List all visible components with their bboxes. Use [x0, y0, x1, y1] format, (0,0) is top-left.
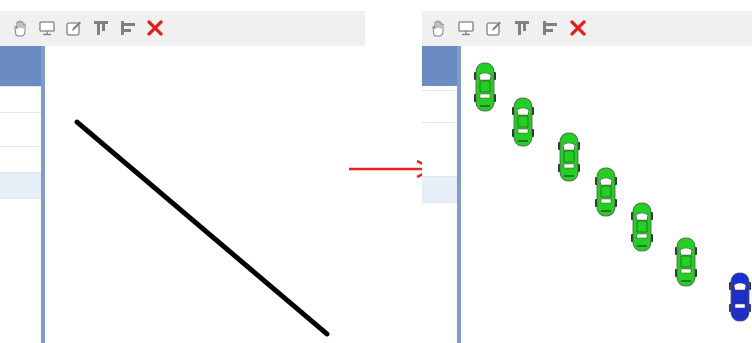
right-map-panel [422, 0, 752, 343]
map-canvas[interactable] [422, 0, 752, 343]
vehicle-blue-car-icon[interactable] [729, 272, 751, 322]
map-canvas[interactable] [0, 0, 365, 343]
vehicle-green-car-icon[interactable] [558, 132, 580, 182]
vehicle-green-car-icon[interactable] [675, 237, 697, 287]
vehicle-green-car-icon[interactable] [474, 62, 496, 112]
vehicle-green-car-icon[interactable] [631, 202, 653, 252]
left-map-panel [0, 0, 365, 343]
vehicle-green-car-icon[interactable] [512, 97, 534, 147]
drawn-path-line [74, 119, 330, 337]
vehicle-green-car-icon[interactable] [595, 167, 617, 217]
